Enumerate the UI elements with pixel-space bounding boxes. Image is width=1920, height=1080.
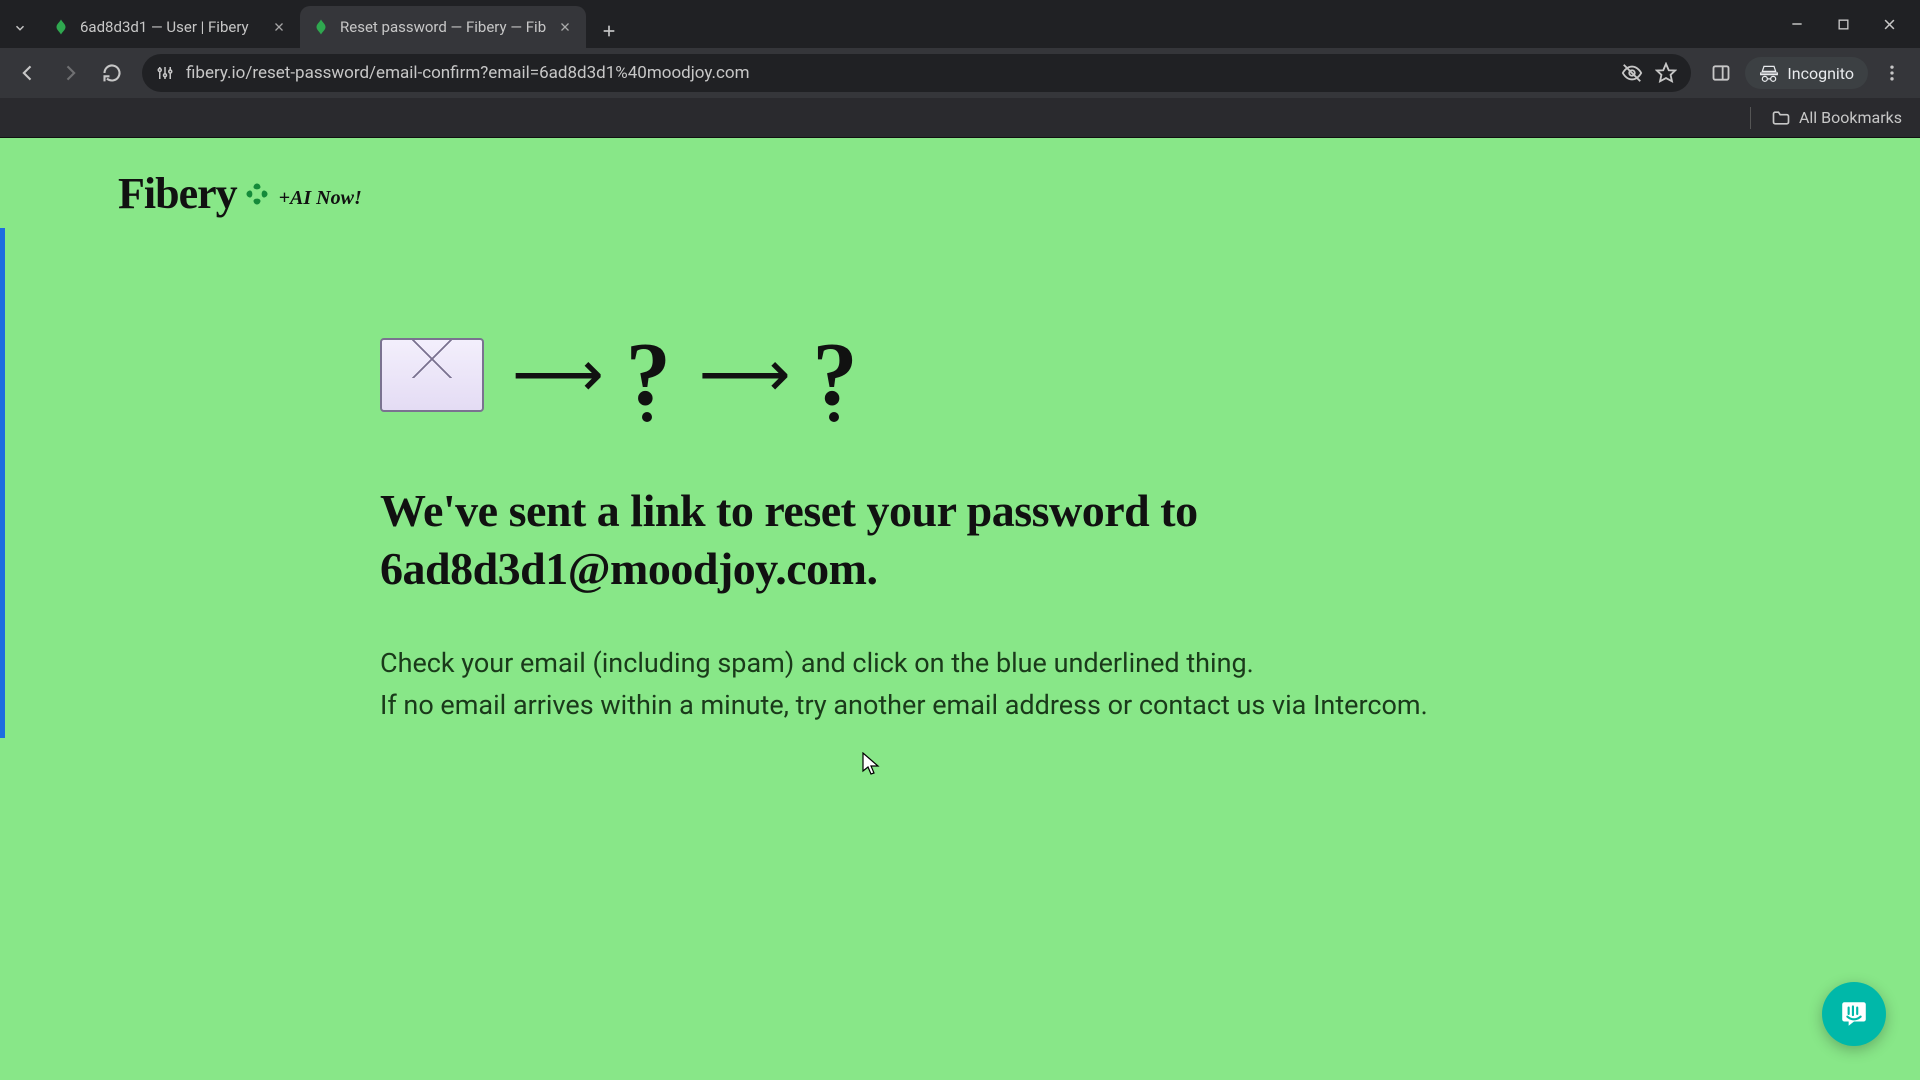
bookmarks-bar: All Bookmarks [0,98,1920,138]
kebab-icon [1882,63,1902,83]
arrow-right-icon [60,63,80,83]
site-settings-icon[interactable] [156,64,174,82]
tab-title: Reset password — Fibery — Fib [340,18,546,36]
brand-logo[interactable]: Fibery +AI Now! [118,168,362,219]
all-bookmarks-button[interactable]: All Bookmarks [1771,108,1902,128]
divider [1750,107,1751,129]
envelope-icon [380,338,484,412]
folder-icon [1771,108,1791,128]
tab-close-button[interactable] [556,18,574,36]
close-icon [273,21,285,33]
url-text: fibery.io/reset-password/email-confirm?e… [186,63,1609,83]
email-illustration: ⟶ ? ⟶ ? [380,338,1800,412]
eye-off-icon[interactable] [1621,62,1643,84]
side-panel-button[interactable] [1703,55,1739,91]
window-minimize-button[interactable] [1788,15,1806,33]
incognito-indicator[interactable]: Incognito [1745,57,1868,89]
browser-tab-0[interactable]: 6ad8d3d1 — User | Fibery [40,6,300,48]
close-icon [559,21,571,33]
intercom-launcher[interactable] [1822,982,1886,1046]
fibery-favicon-icon [52,18,70,36]
instruction-text: Check your email (including spam) and cl… [380,643,1800,727]
headline-email: 6ad8d3d1@moodjoy.com [380,543,866,594]
fibery-favicon-icon [312,18,330,36]
nav-forward-button[interactable] [52,55,88,91]
chevron-down-icon [13,21,27,35]
left-accent-bar [0,228,5,738]
browser-toolbar: fibery.io/reset-password/email-confirm?e… [0,48,1920,98]
window-maximize-button[interactable] [1834,15,1852,33]
all-bookmarks-label: All Bookmarks [1799,108,1902,127]
incognito-label: Incognito [1787,64,1854,83]
address-bar[interactable]: fibery.io/reset-password/email-confirm?e… [142,54,1691,92]
instruction-line-2: If no email arrives within a minute, try… [380,689,1428,721]
arrow-icon: ⟶ [699,343,785,407]
clover-icon [243,180,271,208]
panel-icon [1711,63,1731,83]
browser-tabstrip: 6ad8d3d1 — User | Fibery Reset password … [0,0,1920,48]
tab-close-button[interactable] [270,18,288,36]
browser-tab-1[interactable]: Reset password — Fibery — Fib [300,6,586,48]
plus-icon [601,23,617,39]
headline-suffix: . [866,543,877,594]
intercom-icon [1839,999,1869,1029]
bookmark-star-icon[interactable] [1655,62,1677,84]
arrow-left-icon [18,63,38,83]
maximize-icon [1837,18,1850,31]
browser-menu-button[interactable] [1874,55,1910,91]
instruction-line-1: Check your email (including spam) and cl… [380,647,1254,679]
headline-prefix: We've sent a link to reset your password… [380,485,1198,536]
nav-reload-button[interactable] [94,55,130,91]
window-close-button[interactable] [1880,15,1898,33]
minimize-icon [1790,17,1804,31]
question-mark-icon: ? [813,348,858,402]
tab-search-dropdown[interactable] [0,8,40,48]
main-content: ⟶ ? ⟶ ? We've sent a link to reset your … [380,338,1800,727]
reload-icon [102,63,122,83]
new-tab-button[interactable] [592,14,626,48]
arrow-icon: ⟶ [512,343,598,407]
nav-back-button[interactable] [10,55,46,91]
headline: We've sent a link to reset your password… [380,482,1800,597]
tab-title: 6ad8d3d1 — User | Fibery [80,18,260,36]
brand-name: Fibery [118,168,237,219]
page-viewport: Fibery +AI Now! ⟶ ? ⟶ ? We've sent a lin… [0,138,1920,1080]
question-mark-icon: ? [626,348,671,402]
brand-tagline: +AI Now! [279,187,362,210]
incognito-icon [1759,63,1779,83]
close-icon [1882,17,1897,32]
page-scroll-area[interactable]: Fibery +AI Now! ⟶ ? ⟶ ? We've sent a lin… [0,138,1920,1080]
